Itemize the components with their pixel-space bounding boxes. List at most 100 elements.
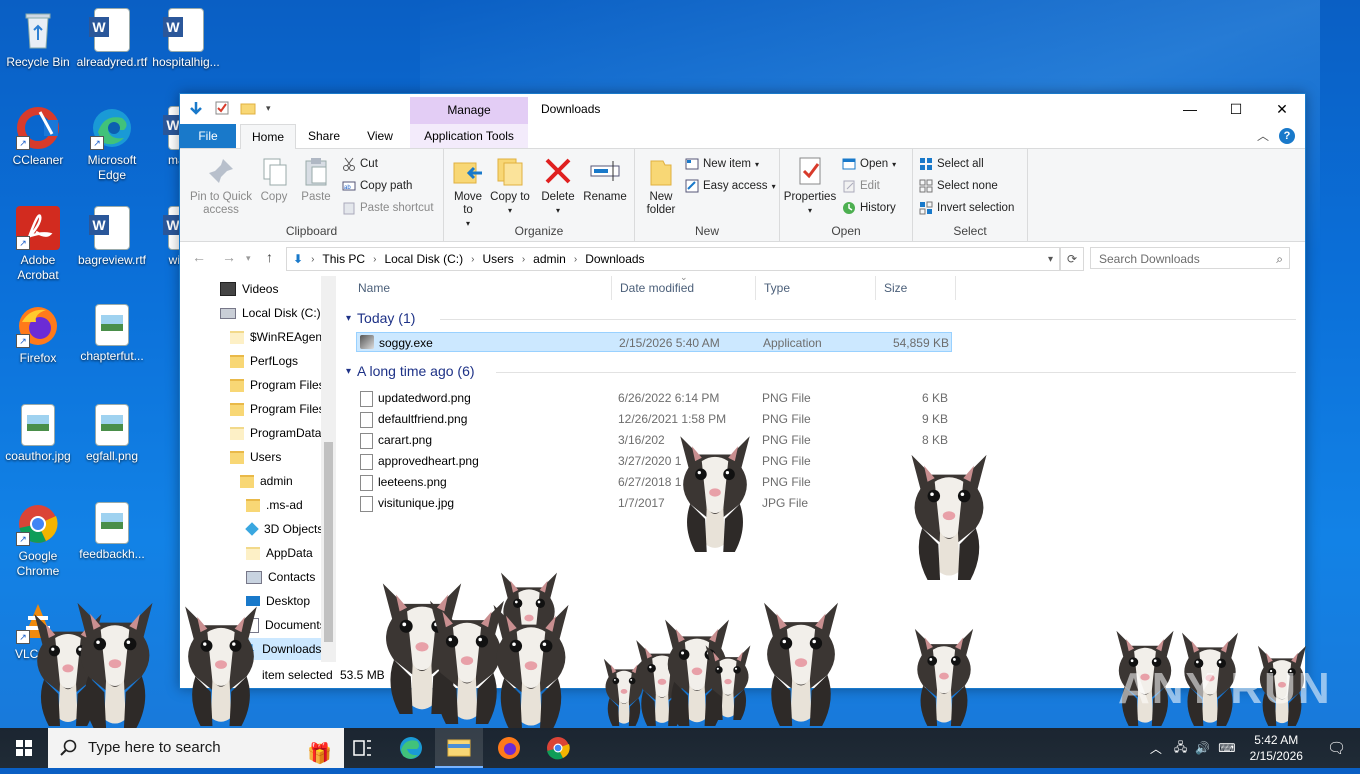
crumb-local-disk[interactable]: Local Disk (C:): [378, 252, 469, 266]
network-icon[interactable]: 🖧: [1170, 738, 1191, 759]
file-row[interactable]: defaultfriend.png 12/26/2021 1:58 PM PNG F…: [356, 409, 952, 429]
taskbar-edge-button[interactable]: [387, 728, 435, 768]
nav-item-program-files[interactable]: Program Files: [230, 374, 325, 396]
help-icon[interactable]: ?: [1279, 127, 1295, 144]
select-none-button[interactable]: Select none: [919, 177, 998, 195]
crumb-admin[interactable]: admin: [527, 252, 572, 266]
desktop-icon-bagreview[interactable]: W bagreview.rtf: [74, 206, 150, 268]
taskbar-file-explorer-button[interactable]: [435, 728, 483, 768]
search-input[interactable]: Search Downloads ⌕: [1090, 247, 1290, 269]
new-item-button[interactable]: New item ▾: [685, 155, 759, 173]
tab-home[interactable]: Home: [240, 124, 296, 149]
taskbar-chrome-button[interactable]: [534, 728, 582, 768]
language-icon[interactable]: ⌨: [1214, 741, 1239, 755]
tab-application-tools[interactable]: Application Tools: [410, 124, 528, 148]
nav-item-local-disk[interactable]: Local Disk (C:): [220, 302, 321, 324]
nav-scrollbar[interactable]: [321, 276, 336, 662]
nav-item-perflogs[interactable]: PerfLogs: [230, 350, 298, 372]
crumb-this-pc[interactable]: This PC: [316, 252, 371, 266]
nav-item-ms-ad[interactable]: .ms-ad: [246, 494, 303, 516]
group-header-long-time-ago[interactable]: ▾ A long time ago (6): [346, 363, 475, 379]
desktop-icon-feedbackh[interactable]: feedbackh...: [74, 502, 150, 562]
tab-file[interactable]: File: [180, 124, 236, 148]
up-button[interactable]: ↑: [266, 249, 273, 265]
taskbar-firefox-button[interactable]: [485, 728, 533, 768]
tab-share[interactable]: Share: [298, 124, 350, 148]
forward-button[interactable]: →: [222, 249, 236, 265]
move-to-button[interactable]: Move to ▾: [448, 153, 488, 230]
refresh-button[interactable]: ⟳: [1060, 247, 1084, 271]
back-button[interactable]: ←: [192, 249, 206, 265]
open-button[interactable]: Open ▾: [842, 155, 896, 173]
nav-item-3d-objects[interactable]: 3D Objects: [245, 518, 323, 540]
clock[interactable]: 5:42 AM 2/15/2026: [1240, 732, 1313, 764]
invert-selection-button[interactable]: Invert selection: [919, 199, 1014, 217]
address-dropdown-icon[interactable]: ▾: [1042, 254, 1059, 265]
desktop-icon-acrobat[interactable]: ↗ Adobe Acrobat: [0, 206, 76, 283]
desktop-icon-recycle-bin[interactable]: Recycle Bin: [0, 8, 76, 70]
down-arrow-icon[interactable]: [188, 100, 204, 116]
desktop-icon-alreadyred[interactable]: W alreadyred.rtf: [74, 8, 150, 70]
breadcrumb[interactable]: ⬇ › This PC › Local Disk (C:) › Users › adm…: [286, 247, 1060, 271]
desktop-icon-chrome[interactable]: ↗ Google Chrome: [0, 502, 76, 579]
nav-item-admin[interactable]: admin: [240, 470, 293, 492]
close-button[interactable]: ✕: [1259, 94, 1305, 124]
desktop-icon-coauthor[interactable]: coauthor.jpg: [0, 404, 76, 464]
file-row[interactable]: leeteens.png 6/27/2018 1 PNG File: [356, 472, 952, 492]
desktop-icon-ccleaner[interactable]: ↗ CCleaner: [0, 106, 76, 168]
desktop-icon-egfall[interactable]: egfall.png: [74, 404, 150, 464]
new-folder-icon[interactable]: [240, 100, 256, 116]
desktop-icon-chapterfut[interactable]: chapterfut...: [74, 304, 150, 364]
paste-shortcut-button[interactable]: Paste shortcut: [342, 199, 434, 217]
nav-item-program-files-x86[interactable]: Program Files: [230, 398, 325, 420]
nav-item-programdata[interactable]: ProgramData: [230, 422, 321, 444]
nav-item-winreagent[interactable]: $WinREAgent: [230, 326, 325, 348]
desktop-icon-firefox[interactable]: ↗ Firefox: [0, 304, 76, 366]
file-row[interactable]: updatedword.png 6/26/2022 6:14 PM PNG File…: [356, 388, 952, 408]
properties-check-icon[interactable]: [214, 100, 230, 116]
notifications-icon[interactable]: 🗨: [1313, 739, 1360, 757]
start-button[interactable]: [0, 728, 48, 768]
column-header-type[interactable]: Type: [756, 276, 876, 300]
cut-button[interactable]: Cut: [342, 155, 378, 173]
copy-path-button[interactable]: ab Copy path: [342, 177, 412, 195]
desktop-icon-hospitalhig[interactable]: W hospitalhig...: [148, 8, 224, 70]
select-all-button[interactable]: Select all: [919, 155, 984, 173]
edit-button[interactable]: Edit: [842, 177, 880, 195]
group-header-today[interactable]: ▾ Today (1): [346, 310, 415, 326]
file-row[interactable]: approvedheart.png 3/27/2020 1 PNG File: [356, 451, 952, 471]
easy-access-button[interactable]: Easy access ▾: [685, 177, 776, 195]
collapse-ribbon-icon[interactable]: ︿: [1257, 127, 1269, 144]
taskbar-search-input[interactable]: Type here to search 🎁: [48, 728, 344, 768]
new-folder-button[interactable]: New folder: [641, 153, 681, 217]
manage-context-tab[interactable]: Manage: [410, 97, 528, 124]
history-button[interactable]: History: [842, 199, 896, 217]
crumb-downloads[interactable]: Downloads: [579, 252, 650, 266]
file-row[interactable]: carart.png 3/16/202 PNG File 8 KB: [356, 430, 952, 450]
customize-qat-icon[interactable]: ▾: [266, 100, 276, 116]
nav-item-videos[interactable]: Videos: [220, 278, 278, 300]
file-row[interactable]: visitunique.jpg 1/7/2017 JPG File: [356, 493, 952, 513]
desktop-icon-edge[interactable]: ↗ Microsoft Edge: [74, 106, 150, 183]
file-row-soggy-exe[interactable]: soggy.exe 2/15/2026 5:40 AM Application …: [356, 332, 952, 352]
properties-button[interactable]: Properties ▾: [782, 153, 838, 217]
maximize-button[interactable]: ☐: [1213, 94, 1259, 124]
crumb-users[interactable]: Users: [476, 252, 519, 266]
minimize-button[interactable]: —: [1167, 94, 1213, 124]
copy-to-button[interactable]: Copy to ▾: [490, 153, 530, 217]
paste-button[interactable]: Paste: [298, 153, 334, 204]
task-view-button[interactable]: [338, 728, 386, 768]
tab-view[interactable]: View: [352, 124, 408, 148]
show-hidden-icons-chevron-icon[interactable]: ︿: [1142, 740, 1170, 757]
rename-button[interactable]: Rename: [582, 153, 628, 204]
recent-locations-button[interactable]: ▾: [246, 253, 251, 264]
nav-item-appdata[interactable]: AppData: [246, 542, 313, 564]
volume-icon[interactable]: 🔊: [1191, 741, 1214, 755]
column-header-size[interactable]: Size: [876, 276, 956, 300]
nav-item-contacts[interactable]: Contacts: [246, 566, 315, 588]
nav-item-users[interactable]: Users: [230, 446, 281, 468]
pin-to-quick-access-button[interactable]: Pin to Quick access: [186, 153, 256, 217]
copy-button[interactable]: Copy: [256, 153, 292, 204]
column-header-name[interactable]: Name: [350, 276, 612, 300]
delete-button[interactable]: Delete ▾: [538, 153, 578, 217]
